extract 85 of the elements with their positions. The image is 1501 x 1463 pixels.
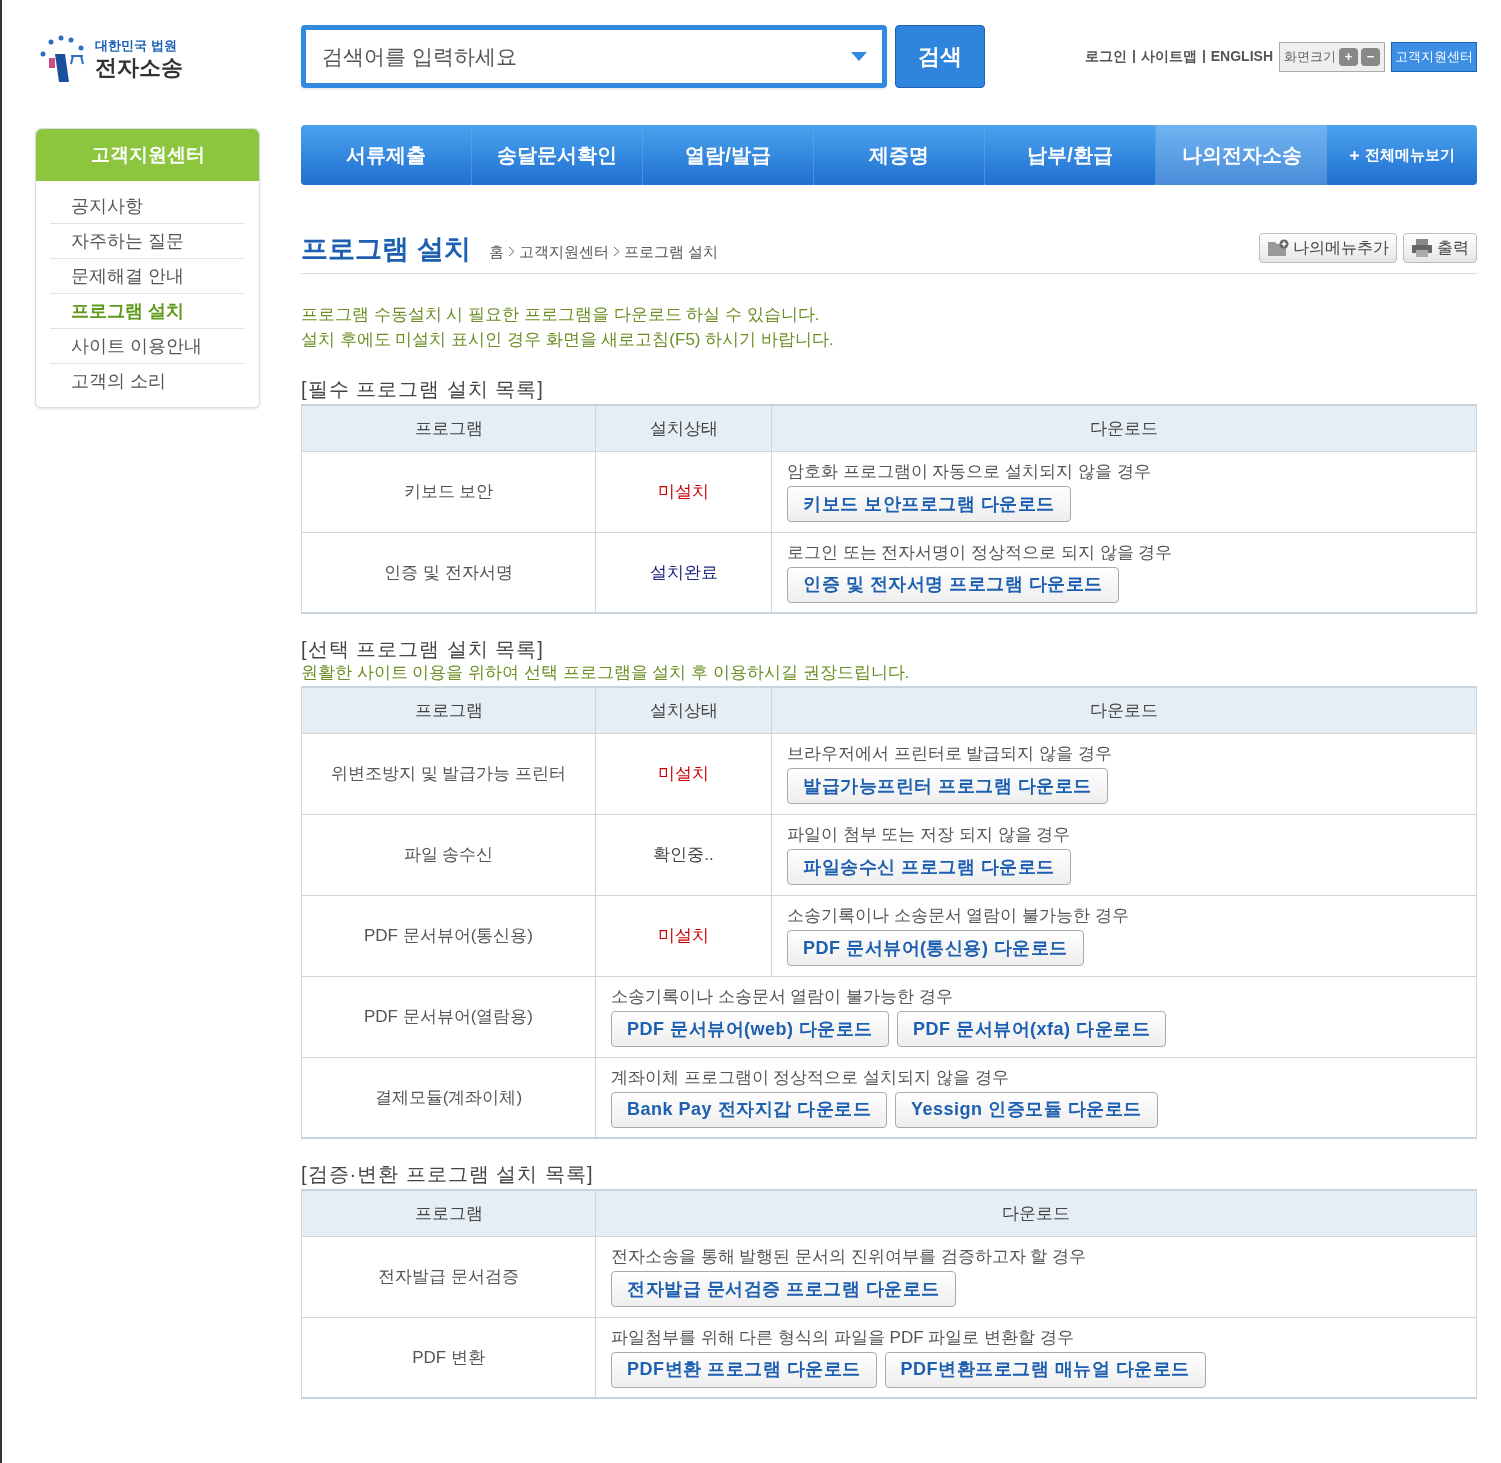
- condition-text: 브라우저에서 프린터로 발급되지 않을 경우: [787, 743, 1113, 765]
- download-button[interactable]: Yessign 인증모듈 다운로드: [895, 1091, 1158, 1128]
- download-button[interactable]: 파일송수신 프로그램 다운로드: [787, 849, 1071, 885]
- breadcrumb-item[interactable]: 홈: [488, 240, 504, 263]
- breadcrumb-item: 프로그램 설치: [623, 241, 718, 262]
- download-button[interactable]: PDF 문서뷰어(통신용) 다운로드: [787, 930, 1084, 966]
- chevron-icon: [507, 246, 515, 258]
- header-link[interactable]: 사이트맵: [1140, 46, 1197, 67]
- zoom-out-button[interactable]: −: [1361, 47, 1380, 66]
- column-header: 다운로드: [595, 1190, 1477, 1236]
- install-status: 미설치: [595, 451, 772, 532]
- nav-tab[interactable]: 제증명: [814, 125, 985, 185]
- column-header: 설치상태: [595, 687, 772, 733]
- section-title: [검증·변환 프로그램 설치 목록]: [301, 1162, 595, 1187]
- chevron-icon: [612, 246, 620, 258]
- column-header: 프로그램: [301, 1190, 596, 1236]
- program-name: 위변조방지 및 발급가능 프린터: [301, 733, 596, 814]
- sidebar-item[interactable]: 문제해결 안내: [50, 259, 245, 294]
- nav-tab[interactable]: 열람/발급: [643, 125, 814, 185]
- condition-text: 로그인 또는 전자서명이 정상적으로 되지 않을 경우: [787, 541, 1174, 564]
- intro-text: 프로그램 수동설치 시 필요한 프로그램을 다운로드 하실 수 있습니다.: [301, 304, 821, 326]
- search-field[interactable]: 검색어를 입력하세요: [301, 25, 887, 88]
- nav-tab[interactable]: 송달문서확인: [472, 125, 643, 185]
- download-button[interactable]: 전자발급 문서검증 프로그램 다운로드: [611, 1271, 956, 1307]
- nav-tab[interactable]: 납부/환급: [985, 125, 1156, 185]
- nav-tab[interactable]: 서류제출: [301, 125, 472, 185]
- condition-text: 파일첨부를 위해 다른 형식의 파일을 PDF 파일로 변환할 경우: [611, 1326, 1075, 1349]
- sidebar-item[interactable]: 사이트 이용안내: [50, 329, 245, 364]
- zoom-in-button[interactable]: +: [1339, 47, 1358, 66]
- program-name: 전자발급 문서검증: [301, 1236, 596, 1317]
- program-name: 결제모듈(계좌이체): [301, 1057, 596, 1138]
- program-name: 키보드 보안: [301, 451, 596, 532]
- header-link[interactable]: ENGLISH: [1210, 46, 1273, 67]
- program-name: 인증 및 전자서명: [301, 532, 596, 613]
- column-header: 프로그램: [301, 687, 596, 733]
- install-status: 확인중..: [595, 814, 772, 895]
- support-center-button[interactable]: 고객지원센터: [1391, 41, 1477, 72]
- program-name: PDF 변환: [301, 1317, 596, 1398]
- logo-title: 전자소송: [95, 54, 183, 82]
- condition-text: 전자소송을 통해 발행된 문서의 진위여부를 검증하고자 할 경우: [611, 1246, 1088, 1268]
- download-button[interactable]: 발급가능프린터 프로그램 다운로드: [787, 768, 1108, 804]
- add-my-menu-button[interactable]: 나의메뉴추가: [1259, 233, 1397, 263]
- condition-text: 암호화 프로그램이 자동으로 설치되지 않을 경우: [787, 461, 1152, 483]
- install-status: 미설치: [595, 733, 772, 814]
- print-button[interactable]: 출력: [1403, 233, 1477, 263]
- section-description: 원활한 사이트 이용을 위하여 선택 프로그램을 설치 후 이용하시길 권장드립니다.: [301, 662, 911, 684]
- printer-icon: [1411, 238, 1433, 258]
- program-name: 파일 송수신: [301, 814, 596, 895]
- plus-icon: [1349, 150, 1359, 160]
- section-title: [선택 프로그램 설치 목록]: [301, 637, 545, 662]
- font-size-label: 화면크기: [1284, 47, 1336, 66]
- download-button[interactable]: PDF변환 프로그램 다운로드: [611, 1351, 877, 1388]
- breadcrumb-item[interactable]: 고객지원센터: [518, 240, 609, 263]
- condition-text: 계좌이체 프로그램이 정상적으로 설치되지 않을 경우: [611, 1066, 1010, 1089]
- logo-subtitle: 대한민국 법원: [95, 38, 178, 55]
- condition-text: 소송기록이나 소송문서 열람이 불가능한 경우: [611, 986, 954, 1008]
- logo[interactable]: 대한민국 법원 전자소송: [35, 30, 260, 90]
- sidebar-item[interactable]: 고객의 소리: [50, 364, 245, 399]
- dropdown-caret-icon[interactable]: [851, 52, 867, 61]
- folder-plus-icon: [1267, 239, 1289, 257]
- page-title: 프로그램 설치: [301, 236, 471, 263]
- header-link[interactable]: 로그인: [1084, 46, 1127, 67]
- download-button[interactable]: Bank Pay 전자지갑 다운로드: [611, 1091, 888, 1128]
- install-status: 미설치: [595, 895, 772, 976]
- sidebar-item[interactable]: 자주하는 질문: [50, 224, 245, 259]
- program-name: PDF 문서뷰어(통신용): [301, 895, 596, 976]
- condition-text: 소송기록이나 소송문서 열람이 불가능한 경우: [787, 905, 1130, 927]
- program-name: PDF 문서뷰어(열람용): [301, 976, 596, 1057]
- sidebar-item[interactable]: 공지사항: [50, 189, 245, 224]
- download-button[interactable]: PDF 문서뷰어(web) 다운로드: [611, 1011, 889, 1047]
- all-menu-link[interactable]: 전체메뉴보기: [1327, 125, 1477, 185]
- download-button[interactable]: 키보드 보안프로그램 다운로드: [787, 486, 1071, 522]
- intro-text: 설치 후에도 미설치 표시인 경우 화면을 새로고침(F5) 하시기 바랍니다.: [301, 329, 835, 351]
- download-button[interactable]: PDF변환프로그램 매뉴얼 다운로드: [884, 1351, 1206, 1388]
- download-button[interactable]: PDF 문서뷰어(xfa) 다운로드: [897, 1011, 1166, 1047]
- column-header: 프로그램: [301, 405, 596, 451]
- sidebar-item[interactable]: 프로그램 설치: [50, 294, 245, 329]
- condition-text: 파일이 첨부 또는 저장 되지 않을 경우: [787, 824, 1072, 846]
- column-header: 설치상태: [595, 405, 772, 451]
- column-header: 다운로드: [771, 687, 1477, 733]
- section-title: [필수 프로그램 설치 목록]: [301, 377, 545, 402]
- sidebar-header: 고객지원센터: [36, 129, 259, 181]
- column-header: 다운로드: [771, 405, 1477, 451]
- download-button[interactable]: 인증 및 전자서명 프로그램 다운로드: [787, 566, 1119, 603]
- search-button[interactable]: 검색: [895, 25, 985, 88]
